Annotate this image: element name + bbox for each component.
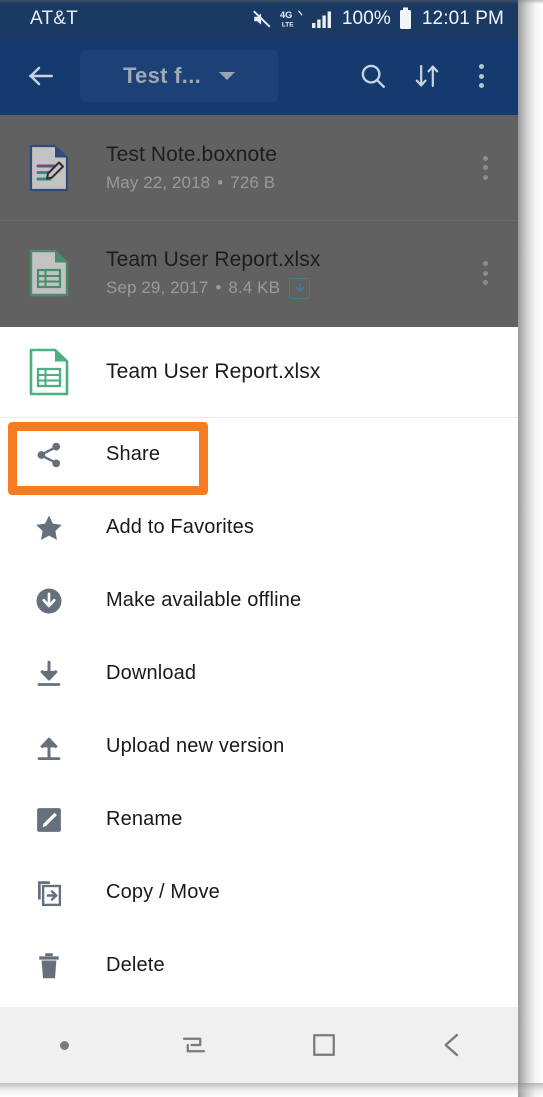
recents-icon [179,1030,209,1060]
nav-dot-button[interactable] [0,1007,130,1083]
download-icon [24,651,74,697]
download-badge-icon [289,277,311,299]
network-type-icon: 4G LTE [280,8,304,30]
svg-text:4G: 4G [280,10,292,20]
app-bar-actions [350,53,508,99]
chevron-down-icon [219,72,236,80]
sheet-file-header: Team User Report.xlsx [0,327,518,418]
search-button[interactable] [350,53,396,99]
menu-item-upload-new-version[interactable]: Upload new version [0,710,518,783]
boxnote-file-icon [24,142,74,194]
upload-icon [24,724,74,770]
menu-item-delete[interactable]: Delete [0,929,518,1002]
sort-button[interactable] [404,53,450,99]
file-row[interactable]: Test Note.boxnote May 22, 2018 • 726 B [0,115,518,220]
screenshot-edge-bottom [0,1083,543,1097]
file-size: 726 B [230,172,276,192]
phone-screenshot: AT&T 4G LTE 100% 12:01 PM Test f... Test… [0,0,543,1097]
offline-circle-download-icon [24,578,74,624]
battery-percent-label: 100% [341,7,391,29]
status-bar: AT&T 4G LTE 100% 12:01 PM [0,0,518,37]
back-icon [437,1029,469,1061]
overflow-menu-button[interactable] [458,53,504,99]
clock-label: 12:01 PM [421,7,504,29]
recents-button[interactable] [130,1007,260,1083]
menu-item-label: Upload new version [106,735,285,757]
menu-item-label: Rename [106,808,183,830]
menu-item-add-to-favorites[interactable]: Add to Favorites [0,491,518,564]
svg-text:LTE: LTE [282,21,294,28]
file-subtitle: Sep 29, 2017 • 8.4 KB [106,277,321,299]
battery-full-icon [398,7,413,31]
carrier-label: AT&T [30,7,78,29]
file-name: Team User Report.xlsx [106,248,321,272]
menu-item-label: Download [106,662,197,684]
file-size: 8.4 KB [228,278,281,298]
menu-item-label: Delete [106,954,165,976]
overflow-menu-icon [469,61,493,91]
file-subtitle: May 22, 2018 • 726 B [106,173,277,193]
page-title: Test f... [122,63,202,88]
menu-item-make-available-offline[interactable]: Make available offline [0,564,518,637]
file-date: May 22, 2018 [106,172,211,192]
share-icon [24,432,74,478]
menu-item-label: Share [106,443,161,465]
menu-item-download[interactable]: Download [0,637,518,710]
menu-item-label: Add to Favorites [106,516,255,538]
back-button[interactable] [389,1007,519,1083]
home-icon [309,1030,339,1060]
nav-dot-icon [60,1040,70,1050]
overflow-menu-icon[interactable] [474,154,496,182]
file-date: Sep 29, 2017 [106,278,209,298]
screenshot-edge-right [518,0,543,1097]
menu-item-label: Copy / Move [106,881,220,903]
file-actions-bottom-sheet: Team User Report.xlsx Share Add to Favor… [0,327,518,1007]
app-bar: Test f... [0,37,518,115]
status-icons: 4G LTE 100% 12:01 PM [251,7,504,31]
separator: • [217,172,224,192]
star-icon [24,505,74,551]
overflow-menu-icon[interactable] [474,259,496,287]
spreadsheet-file-icon [24,247,74,299]
signal-bars-icon [311,9,335,29]
menu-item-label: Make available offline [106,589,302,611]
file-row[interactable]: Team User Report.xlsx Sep 29, 2017 • 8.4… [0,220,518,325]
spreadsheet-file-icon [24,346,74,398]
back-button[interactable] [18,53,64,99]
sheet-file-name: Team User Report.xlsx [106,360,321,383]
separator: • [215,278,222,298]
copy-move-icon [24,870,74,916]
home-button[interactable] [259,1007,389,1083]
file-list-dimmed: Test Note.boxnote May 22, 2018 • 726 B T… [0,115,518,327]
mute-icon [251,8,273,30]
rename-pencil-icon [24,797,74,843]
file-name: Test Note.boxnote [106,143,277,167]
menu-item-copy-move[interactable]: Copy / Move [0,856,518,929]
file-meta: Team User Report.xlsx Sep 29, 2017 • 8.4… [106,247,321,299]
system-nav-bar [0,1007,518,1083]
menu-item-rename[interactable]: Rename [0,783,518,856]
file-meta: Test Note.boxnote May 22, 2018 • 726 B [106,142,277,192]
folder-title-dropdown[interactable]: Test f... [80,50,278,102]
menu-item-share[interactable]: Share [0,418,518,491]
trash-icon [24,943,74,989]
